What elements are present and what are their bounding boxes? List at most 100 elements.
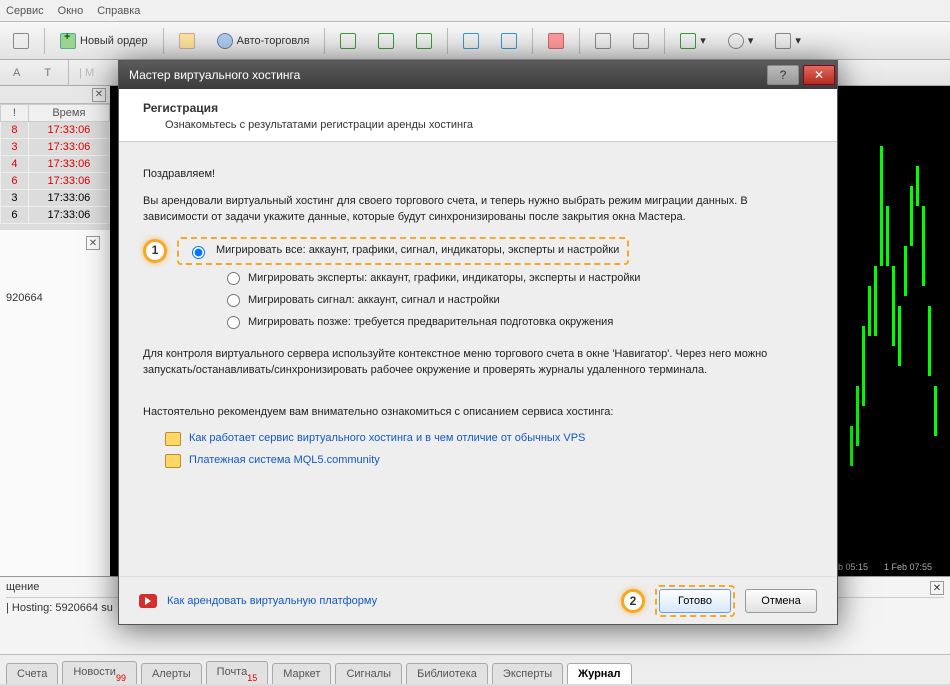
separator-icon: [68, 60, 69, 86]
tab-experts[interactable]: Эксперты: [492, 663, 563, 684]
menu-item[interactable]: Справка: [97, 5, 140, 17]
table-row[interactable]: 617:33:06: [1, 207, 110, 224]
text-paragraph: Для контроля виртуального сервера исполь…: [143, 347, 813, 379]
separator-icon: [664, 28, 665, 54]
navigator-item[interactable]: 920664: [6, 292, 104, 304]
callout-marker: 1: [143, 239, 167, 263]
toolbar-icon-button[interactable]: [172, 28, 202, 54]
radio-input[interactable]: [192, 246, 205, 259]
file-icon: [13, 33, 29, 49]
link-hosting-info[interactable]: Как работает сервис виртуального хостинг…: [189, 431, 585, 447]
clock-button[interactable]: ▾: [721, 28, 761, 54]
radio-input[interactable]: [227, 316, 240, 329]
radio-input[interactable]: [227, 272, 240, 285]
menu-bar: Сервис Окно Справка: [0, 0, 950, 22]
menu-item[interactable]: Сервис: [6, 5, 44, 17]
template-button[interactable]: ▾: [768, 28, 808, 54]
plus-icon: [60, 33, 76, 49]
log-header: щение: [6, 581, 39, 595]
magnify-plus-icon: [463, 33, 479, 49]
panel-header: ✕: [0, 86, 110, 104]
radio-input[interactable]: [227, 294, 240, 307]
table-row[interactable]: 417:33:06: [1, 156, 110, 173]
toolbar: Новый ордер Авто-торговля ▾ ▾ ▾: [0, 22, 950, 60]
dialog-body: Поздравляем! Вы арендовали виртуальный х…: [119, 142, 837, 576]
plus-icon: [680, 33, 696, 49]
radio-label: Мигрировать все: аккаунт, графики, сигна…: [216, 243, 619, 259]
separator-icon: [579, 28, 580, 54]
cancel-button[interactable]: Отмена: [745, 589, 817, 613]
chart-tool-button[interactable]: [409, 28, 439, 54]
radio-label: Мигрировать позже: требуется предварител…: [248, 315, 613, 331]
chart-left-button[interactable]: [588, 28, 618, 54]
done-button[interactable]: Готово: [659, 589, 731, 613]
radio-label: Мигрировать сигнал: аккаунт, сигнал и на…: [248, 293, 500, 309]
table-row[interactable]: 317:33:06: [1, 139, 110, 156]
table-row[interactable]: 317:33:06: [1, 190, 110, 207]
chart-time-label: 1 Feb 07:55: [884, 562, 932, 572]
dialog-subheading: Ознакомьтесь с результатами регистрации …: [165, 119, 813, 131]
grid-button[interactable]: [541, 28, 571, 54]
text-congrats: Поздравляем!: [143, 167, 813, 183]
radio-migrate-experts[interactable]: Мигрировать эксперты: аккаунт, графики, …: [227, 271, 813, 287]
chart-tool-button[interactable]: [333, 28, 363, 54]
zoom-out-button[interactable]: [494, 28, 524, 54]
link-video-tutorial[interactable]: Как арендовать виртуальную платформу: [167, 595, 377, 607]
table-row[interactable]: 617:33:06: [1, 173, 110, 190]
tab-mail[interactable]: Почта15: [206, 661, 269, 684]
table-row[interactable]: 817:33:06: [1, 122, 110, 139]
separator-icon: [44, 28, 45, 54]
close-button[interactable]: ✕: [803, 65, 835, 85]
dialog-titlebar[interactable]: Мастер виртуального хостинга ? ✕: [119, 61, 837, 89]
magnify-minus-icon: [501, 33, 517, 49]
grid-icon: [548, 33, 564, 49]
bottom-tabs: Счета Новости99 Алерты Почта15 Маркет Си…: [0, 654, 950, 684]
tab-alerts[interactable]: Алерты: [141, 663, 202, 684]
book-icon: [165, 454, 181, 468]
tab-journal[interactable]: Журнал: [567, 663, 631, 684]
dialog-title: Мастер виртуального хостинга: [129, 68, 763, 82]
tab-library[interactable]: Библиотека: [406, 663, 488, 684]
chart-time-label: b 05:15: [838, 562, 868, 572]
toolbar-icon-button[interactable]: [6, 28, 36, 54]
menu-item[interactable]: Окно: [58, 5, 84, 17]
tab-news[interactable]: Новости99: [62, 661, 137, 684]
chart-tool-button[interactable]: [371, 28, 401, 54]
separator-icon: [324, 28, 325, 54]
tab-accounts[interactable]: Счета: [6, 663, 58, 684]
text-paragraph: Настоятельно рекомендуем вам внимательно…: [143, 405, 813, 421]
close-icon[interactable]: ✕: [930, 581, 944, 595]
close-icon[interactable]: ✕: [92, 88, 106, 102]
add-button[interactable]: ▾: [673, 28, 713, 54]
table-header[interactable]: Время: [28, 105, 109, 122]
folder-icon: [179, 33, 195, 49]
text-tool-t[interactable]: T: [37, 60, 58, 86]
left-column: ✕ ! Время 817:33:06 317:33:06 417:33:06 …: [0, 86, 110, 576]
radio-migrate-signal[interactable]: Мигрировать сигнал: аккаунт, сигнал и на…: [227, 293, 813, 309]
chart-right-button[interactable]: [626, 28, 656, 54]
button-label: Новый ордер: [80, 35, 148, 47]
chart-icon: [416, 33, 432, 49]
close-icon[interactable]: ✕: [86, 236, 100, 250]
arrow-icon: [595, 33, 611, 49]
radio-migrate-later[interactable]: Мигрировать позже: требуется предварител…: [227, 315, 813, 331]
chart-icon: [378, 33, 394, 49]
new-order-button[interactable]: Новый ордер: [53, 28, 155, 54]
zoom-in-button[interactable]: [456, 28, 486, 54]
virtual-hosting-wizard-dialog: Мастер виртуального хостинга ? ✕ Регистр…: [118, 60, 838, 625]
book-icon: [165, 432, 181, 446]
separator-icon: [532, 28, 533, 54]
radio-migrate-all[interactable]: Мигрировать все: аккаунт, графики, сигна…: [177, 237, 629, 265]
dialog-footer: Как арендовать виртуальную платформу 2 Г…: [119, 576, 837, 624]
help-button[interactable]: ?: [767, 65, 799, 85]
auto-trade-icon: [217, 33, 233, 49]
tab-signals[interactable]: Сигналы: [335, 663, 402, 684]
text-tool-a[interactable]: A: [6, 60, 27, 86]
dialog-header: Регистрация Ознакомьтесь с результатами …: [119, 89, 837, 142]
template-icon: [775, 33, 791, 49]
link-payment-system[interactable]: Платежная система MQL5.community: [189, 453, 380, 469]
table-header[interactable]: !: [1, 105, 29, 122]
auto-trade-button[interactable]: Авто-торговля: [210, 28, 317, 54]
tab-market[interactable]: Маркет: [272, 663, 331, 684]
arrow-icon: [633, 33, 649, 49]
